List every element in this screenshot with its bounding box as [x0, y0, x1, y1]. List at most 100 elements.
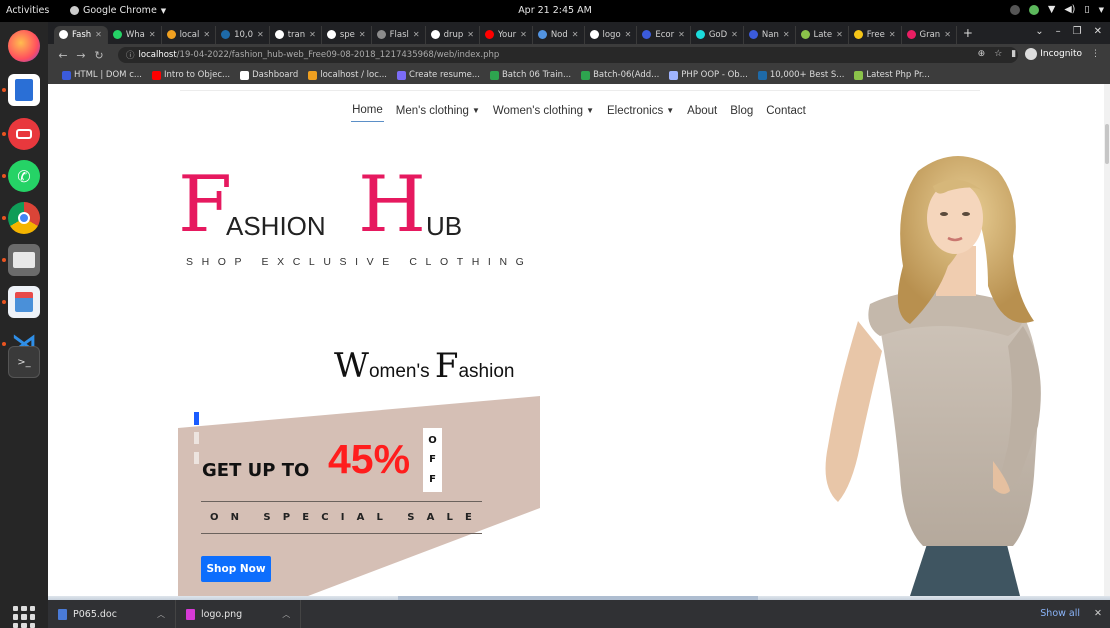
- app-menu[interactable]: Google Chrome ▼: [70, 5, 166, 16]
- browser-tab[interactable]: 10,0 ✕: [216, 25, 270, 44]
- bookmark-item[interactable]: Dashboard: [240, 70, 298, 80]
- browser-tab[interactable]: Fash ✕: [54, 25, 108, 44]
- nav-about[interactable]: About: [686, 104, 718, 122]
- chevron-up-icon[interactable]: ︿: [157, 609, 165, 620]
- browser-tab[interactable]: Ecor ✕: [637, 25, 691, 44]
- tab-close-icon[interactable]: ✕: [413, 30, 420, 39]
- tab-close-icon[interactable]: ✕: [359, 30, 366, 39]
- zoom-icon[interactable]: ⊕: [978, 49, 986, 59]
- address-bar[interactable]: ⓘ localhost /19-04-2022/fashion_hub-web_…: [118, 47, 1018, 63]
- reload-icon[interactable]: ↻: [90, 49, 108, 62]
- browser-tab[interactable]: GoD ✕: [691, 25, 744, 44]
- bookmark-item[interactable]: 10,000+ Best S...: [757, 70, 844, 80]
- dock-running-indicator: [2, 342, 6, 346]
- slide-indicator-active[interactable]: [194, 412, 199, 425]
- tab-close-icon[interactable]: ✕: [520, 30, 527, 39]
- tab-close-icon[interactable]: ✕: [149, 30, 156, 39]
- tab-close-icon[interactable]: ✕: [678, 30, 685, 39]
- slide-indicator[interactable]: [194, 432, 199, 444]
- download-item[interactable]: logo.png ︿: [176, 600, 302, 628]
- shelf-actions: Show all ✕: [1040, 608, 1102, 619]
- nav-electronics[interactable]: Electronics ▼: [606, 104, 675, 122]
- tab-close-icon[interactable]: ✕: [309, 30, 316, 39]
- tab-close-icon[interactable]: ✕: [203, 30, 210, 39]
- browser-window: Fash ✕ Wha ✕ local ✕ 10,0 ✕ tran ✕ spe ✕ Flasl ✕ drup ✕…: [48, 22, 1110, 628]
- browser-tab[interactable]: Late ✕: [796, 25, 849, 44]
- tab-search-icon[interactable]: ⌄: [1035, 26, 1043, 37]
- dock-running-indicator: [2, 300, 6, 304]
- tab-close-icon[interactable]: ✕: [783, 30, 790, 39]
- browser-tab[interactable]: Your ✕: [480, 25, 533, 44]
- new-tab-icon[interactable]: +: [963, 26, 973, 40]
- bookmark-item[interactable]: HTML | DOM c...: [62, 70, 142, 80]
- tab-close-icon[interactable]: ✕: [836, 30, 843, 39]
- tab-close-icon[interactable]: ✕: [572, 30, 579, 39]
- document-viewer-icon[interactable]: [8, 74, 40, 106]
- nav-blog[interactable]: Blog: [729, 104, 754, 122]
- browser-tab[interactable]: local ✕: [162, 25, 217, 44]
- nav-home[interactable]: Home: [351, 104, 384, 122]
- forward-icon[interactable]: →: [72, 49, 90, 62]
- clock[interactable]: Apr 21 2:45 AM: [0, 5, 1110, 16]
- incognito-badge[interactable]: Incognito: [1025, 48, 1082, 60]
- bookmark-item[interactable]: Intro to Objec...: [151, 70, 230, 80]
- bookmark-item[interactable]: PHP OOP - Ob...: [669, 70, 748, 80]
- info-icon[interactable]: ⓘ: [126, 49, 135, 61]
- nav-womens-clothing[interactable]: Women's clothing ▼: [492, 104, 595, 122]
- bookmark-item[interactable]: Batch-06(Add...: [581, 70, 659, 80]
- browser-tab[interactable]: spe ✕: [322, 25, 372, 44]
- activities-button[interactable]: Activities: [6, 5, 49, 16]
- shop-now-button[interactable]: Shop Now: [201, 556, 271, 582]
- slide-indicator[interactable]: [194, 452, 199, 464]
- bookmark-item[interactable]: localhost / loc...: [308, 70, 387, 80]
- nav-mens-clothing[interactable]: Men's clothing ▼: [395, 104, 481, 122]
- browser-tab[interactable]: Wha ✕: [108, 25, 162, 44]
- download-item[interactable]: P065.doc ︿: [48, 600, 176, 628]
- chat-app-icon[interactable]: [8, 118, 40, 150]
- chrome-icon[interactable]: [8, 202, 40, 234]
- tab-title: Ecor: [655, 29, 675, 40]
- maximize-icon[interactable]: ❐: [1073, 26, 1082, 37]
- bookmark-item[interactable]: Create resume...: [397, 70, 480, 80]
- browser-tab[interactable]: Free ✕: [849, 25, 902, 44]
- close-icon[interactable]: ✕: [1094, 26, 1102, 37]
- show-all-button[interactable]: Show all: [1040, 608, 1080, 619]
- bookmark-label: PHP OOP - Ob...: [681, 70, 748, 80]
- whatsapp-icon[interactable]: ✆: [8, 160, 40, 192]
- system-tray[interactable]: ▼ ◀) ▯ ▼: [1010, 4, 1104, 15]
- more-menu-icon[interactable]: ⋮: [1091, 49, 1100, 59]
- page-scrollbar-thumb[interactable]: [1105, 124, 1109, 164]
- nav-contact[interactable]: Contact: [765, 104, 807, 122]
- tab-close-icon[interactable]: ✕: [889, 30, 896, 39]
- close-shelf-icon[interactable]: ✕: [1094, 608, 1102, 619]
- firefox-icon[interactable]: [8, 30, 40, 62]
- bookmark-star-icon[interactable]: ☆: [994, 49, 1002, 59]
- browser-tab[interactable]: Flasl ✕: [372, 25, 426, 44]
- files-icon[interactable]: [8, 244, 40, 276]
- minimize-icon[interactable]: –: [1056, 26, 1061, 37]
- browser-tab[interactable]: drup ✕: [426, 25, 480, 44]
- sale-letter: A: [426, 512, 435, 523]
- bookmark-item[interactable]: Batch 06 Train...: [489, 70, 571, 80]
- bookmark-favicon-icon: [62, 70, 71, 80]
- report-app-icon[interactable]: [8, 286, 40, 318]
- tab-favicon-icon: [537, 30, 547, 39]
- browser-tab[interactable]: Nod ✕: [533, 25, 585, 44]
- browser-tab[interactable]: tran ✕: [270, 25, 322, 44]
- dock-running-indicator: [2, 174, 6, 178]
- chevron-up-icon[interactable]: ︿: [282, 609, 290, 620]
- back-icon[interactable]: ←: [54, 49, 72, 62]
- tab-close-icon[interactable]: ✕: [944, 30, 951, 39]
- terminal-icon[interactable]: >_: [8, 346, 40, 378]
- browser-tab[interactable]: Nan ✕: [744, 25, 796, 44]
- browser-tab[interactable]: logo ✕: [585, 25, 638, 44]
- tab-close-icon[interactable]: ✕: [731, 30, 738, 39]
- bookmark-item[interactable]: Latest Php Pr...: [854, 70, 930, 80]
- tab-close-icon[interactable]: ✕: [95, 30, 102, 39]
- side-panel-icon[interactable]: ▮: [1011, 49, 1016, 59]
- show-applications-icon[interactable]: [13, 606, 35, 628]
- browser-tab[interactable]: Gran ✕: [902, 25, 957, 44]
- tab-close-icon[interactable]: ✕: [467, 30, 474, 39]
- tab-close-icon[interactable]: ✕: [625, 30, 632, 39]
- tab-close-icon[interactable]: ✕: [257, 30, 264, 39]
